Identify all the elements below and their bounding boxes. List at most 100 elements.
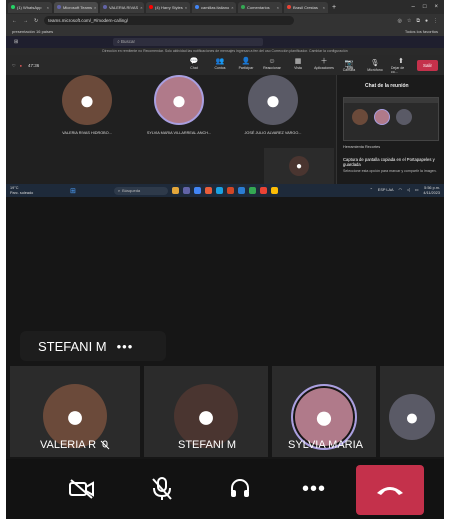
url-field[interactable]: teams.microsoft.com/_#/modern-calling/ bbox=[44, 16, 295, 25]
meeting-tool-share[interactable]: ⬆ Dejar de co... bbox=[391, 57, 411, 74]
screen: (1) WhatsApp × Microsoft Teams × VALERIA R… bbox=[6, 0, 444, 519]
meeting-tool-reaccionar[interactable]: ☺ Reaccionar bbox=[262, 57, 282, 70]
edge-icon[interactable] bbox=[215, 187, 223, 194]
teams-app-icon[interactable] bbox=[182, 187, 190, 194]
browser-tab[interactable]: Comentarios × bbox=[238, 1, 282, 13]
camera-off-icon bbox=[69, 479, 94, 499]
participant-name: STEFANI M bbox=[178, 439, 237, 451]
chrome-icon[interactable] bbox=[193, 187, 201, 194]
meeting-tool-vista[interactable]: ▦ Vista bbox=[288, 57, 308, 70]
close-icon[interactable]: × bbox=[323, 5, 325, 10]
headset-icon bbox=[231, 479, 249, 497]
participant-tile[interactable]: ● STEFANI M bbox=[144, 366, 268, 457]
meeting-tool-aplicaciones[interactable]: ＋ Aplicaciones bbox=[314, 57, 334, 70]
powerpoint-icon[interactable] bbox=[226, 187, 234, 194]
stage-participant-tile[interactable]: ● JOSÉ JULIO ALVAREZ VARGO... bbox=[238, 75, 308, 147]
browser-tab[interactable]: VALERIA RIVAS × bbox=[100, 1, 144, 13]
teams-search-input[interactable]: ⌕ Buscar bbox=[113, 38, 264, 46]
minimize-icon[interactable]: – bbox=[412, 4, 415, 10]
screenshot-thumbnail[interactable] bbox=[343, 97, 439, 141]
browser-tab-bar: (1) WhatsApp × Microsoft Teams × VALERIA R… bbox=[6, 0, 444, 14]
thumb-avatar bbox=[396, 109, 412, 125]
active-speaker-name: STEFANI M bbox=[38, 338, 107, 354]
volume-icon[interactable]: ◁ bbox=[407, 188, 410, 193]
menu-icon[interactable]: ⋮ bbox=[433, 18, 438, 24]
forward-icon[interactable]: → bbox=[23, 18, 28, 24]
browser-tab[interactable]: (1) WhatsApp × bbox=[8, 1, 52, 13]
back-icon[interactable]: ← bbox=[12, 18, 17, 24]
tab-favicon-icon bbox=[57, 5, 61, 9]
chevron-up-icon[interactable]: ⌃ bbox=[370, 188, 373, 193]
all-bookmarks[interactable]: Todos los favoritos bbox=[405, 29, 438, 34]
system-tray: ⌃ ESP LAA ◠ ◁ ▭ 5:56 p.m. 4/11/2023 bbox=[370, 186, 440, 195]
apps-icon: ＋ bbox=[320, 58, 328, 65]
wifi-icon[interactable]: ◠ bbox=[399, 188, 402, 193]
participants-icon: 👤 bbox=[241, 58, 251, 65]
meeting-tool-mic[interactable]: 🎙 Micrófono bbox=[365, 59, 385, 72]
meeting-tool-chat[interactable]: 💬 Chat bbox=[184, 57, 204, 70]
windows-start-icon[interactable]: ⊞ bbox=[70, 187, 76, 195]
word-icon[interactable] bbox=[237, 187, 245, 194]
close-icon[interactable]: × bbox=[277, 5, 279, 10]
office-icon[interactable] bbox=[204, 187, 212, 194]
excel-icon[interactable] bbox=[248, 187, 256, 194]
leave-meeting-button[interactable]: Salir bbox=[416, 60, 438, 71]
app-icon[interactable] bbox=[270, 187, 278, 194]
leave-call-button[interactable] bbox=[356, 465, 424, 515]
meeting-tool-contos[interactable]: 👥 Contos bbox=[210, 57, 230, 70]
more-options-icon[interactable]: ••• bbox=[117, 339, 134, 354]
bookmarks-bar: presentación 16 paises Todos los favorit… bbox=[6, 27, 444, 36]
clock[interactable]: 5:56 p.m. 4/11/2023 bbox=[423, 186, 440, 195]
windows-taskbar: 19°C Parc. soleado ⊞ ⌕ Búsqueda ⌃ ESP LAA… bbox=[6, 184, 444, 197]
teams-header: ⊞ ⌕ Buscar bbox=[6, 36, 444, 48]
language-indicator[interactable]: ESP LAA bbox=[378, 188, 394, 193]
toast-title[interactable]: Captura de pantalla copiada en el Portap… bbox=[343, 157, 443, 167]
meeting-tool-camera[interactable]: 📷 Cámara bbox=[339, 59, 359, 72]
profile-icon[interactable]: ● bbox=[425, 18, 428, 24]
self-view-tile[interactable]: ● bbox=[264, 148, 334, 184]
people-icon: 👥 bbox=[215, 58, 225, 65]
thumb-avatar bbox=[374, 109, 390, 125]
new-tab-icon[interactable]: + bbox=[332, 4, 336, 11]
close-icon[interactable]: × bbox=[140, 5, 142, 10]
close-window-icon[interactable]: × bbox=[434, 4, 438, 10]
browser-tab[interactable]: camillas italiano × bbox=[192, 1, 236, 13]
weather-widget[interactable]: 19°C Parc. soleado bbox=[10, 186, 70, 195]
star-icon[interactable]: ☆ bbox=[407, 18, 411, 24]
stage-participant-tile[interactable]: ● VALERIA RIVAS HIDROBO... bbox=[52, 75, 122, 147]
browser-tab[interactable]: Brasil Crestas × bbox=[284, 1, 328, 13]
browser-tab[interactable]: Microsoft Teams × bbox=[54, 1, 98, 13]
participant-tile[interactable]: ● VALERIA R bbox=[10, 366, 140, 457]
bookmark-item[interactable]: presentación 16 paises bbox=[12, 29, 53, 34]
meeting-tool-participar[interactable]: 👤 Participar bbox=[236, 57, 256, 70]
mic-toggle-button[interactable] bbox=[140, 469, 184, 509]
close-icon[interactable]: × bbox=[231, 5, 233, 10]
video-stage: ● VALERIA RIVAS HIDROBO... ● SYLVIA MARIA V… bbox=[26, 75, 336, 147]
participant-tile[interactable]: ● SYLVIA MARIA bbox=[272, 366, 376, 457]
browser-tab[interactable]: (4) Harry Styles × bbox=[146, 1, 190, 13]
shared-screen-capture: (1) WhatsApp × Microsoft Teams × VALERIA R… bbox=[6, 0, 444, 197]
battery-icon[interactable]: ▭ bbox=[415, 188, 419, 193]
file-explorer-icon[interactable] bbox=[171, 187, 179, 194]
meeting-timer: 47:36 bbox=[28, 62, 40, 68]
participant-tile[interactable]: ● bbox=[380, 366, 444, 457]
stage-participant-tile[interactable]: ● SYLVIA MARIA VILLARREAL ANCH... bbox=[144, 75, 214, 147]
app-icon[interactable] bbox=[259, 187, 267, 194]
maximize-icon[interactable]: □ bbox=[423, 4, 427, 10]
extension-icon[interactable]: ⧉ bbox=[416, 18, 420, 24]
taskbar-search[interactable]: ⌕ Búsqueda bbox=[113, 186, 168, 195]
more-actions-button[interactable]: ••• bbox=[292, 469, 336, 509]
camera-toggle-button[interactable] bbox=[60, 469, 104, 509]
share-icon: ⬆ bbox=[398, 58, 404, 65]
audio-device-button[interactable] bbox=[218, 469, 262, 509]
more-icon: ••• bbox=[301, 477, 326, 500]
tab-favicon-icon bbox=[103, 5, 107, 9]
close-icon[interactable]: × bbox=[47, 5, 49, 10]
cast-icon[interactable]: ◎ bbox=[398, 18, 402, 24]
participant-name: SYLVIA MARIA bbox=[288, 439, 363, 451]
active-speaker-chip[interactable]: STEFANI M ••• bbox=[20, 331, 166, 361]
recording-icon: ● bbox=[19, 62, 23, 68]
close-icon[interactable]: × bbox=[94, 5, 96, 10]
reload-icon[interactable]: ↻ bbox=[34, 18, 38, 24]
close-icon[interactable]: × bbox=[185, 5, 187, 10]
